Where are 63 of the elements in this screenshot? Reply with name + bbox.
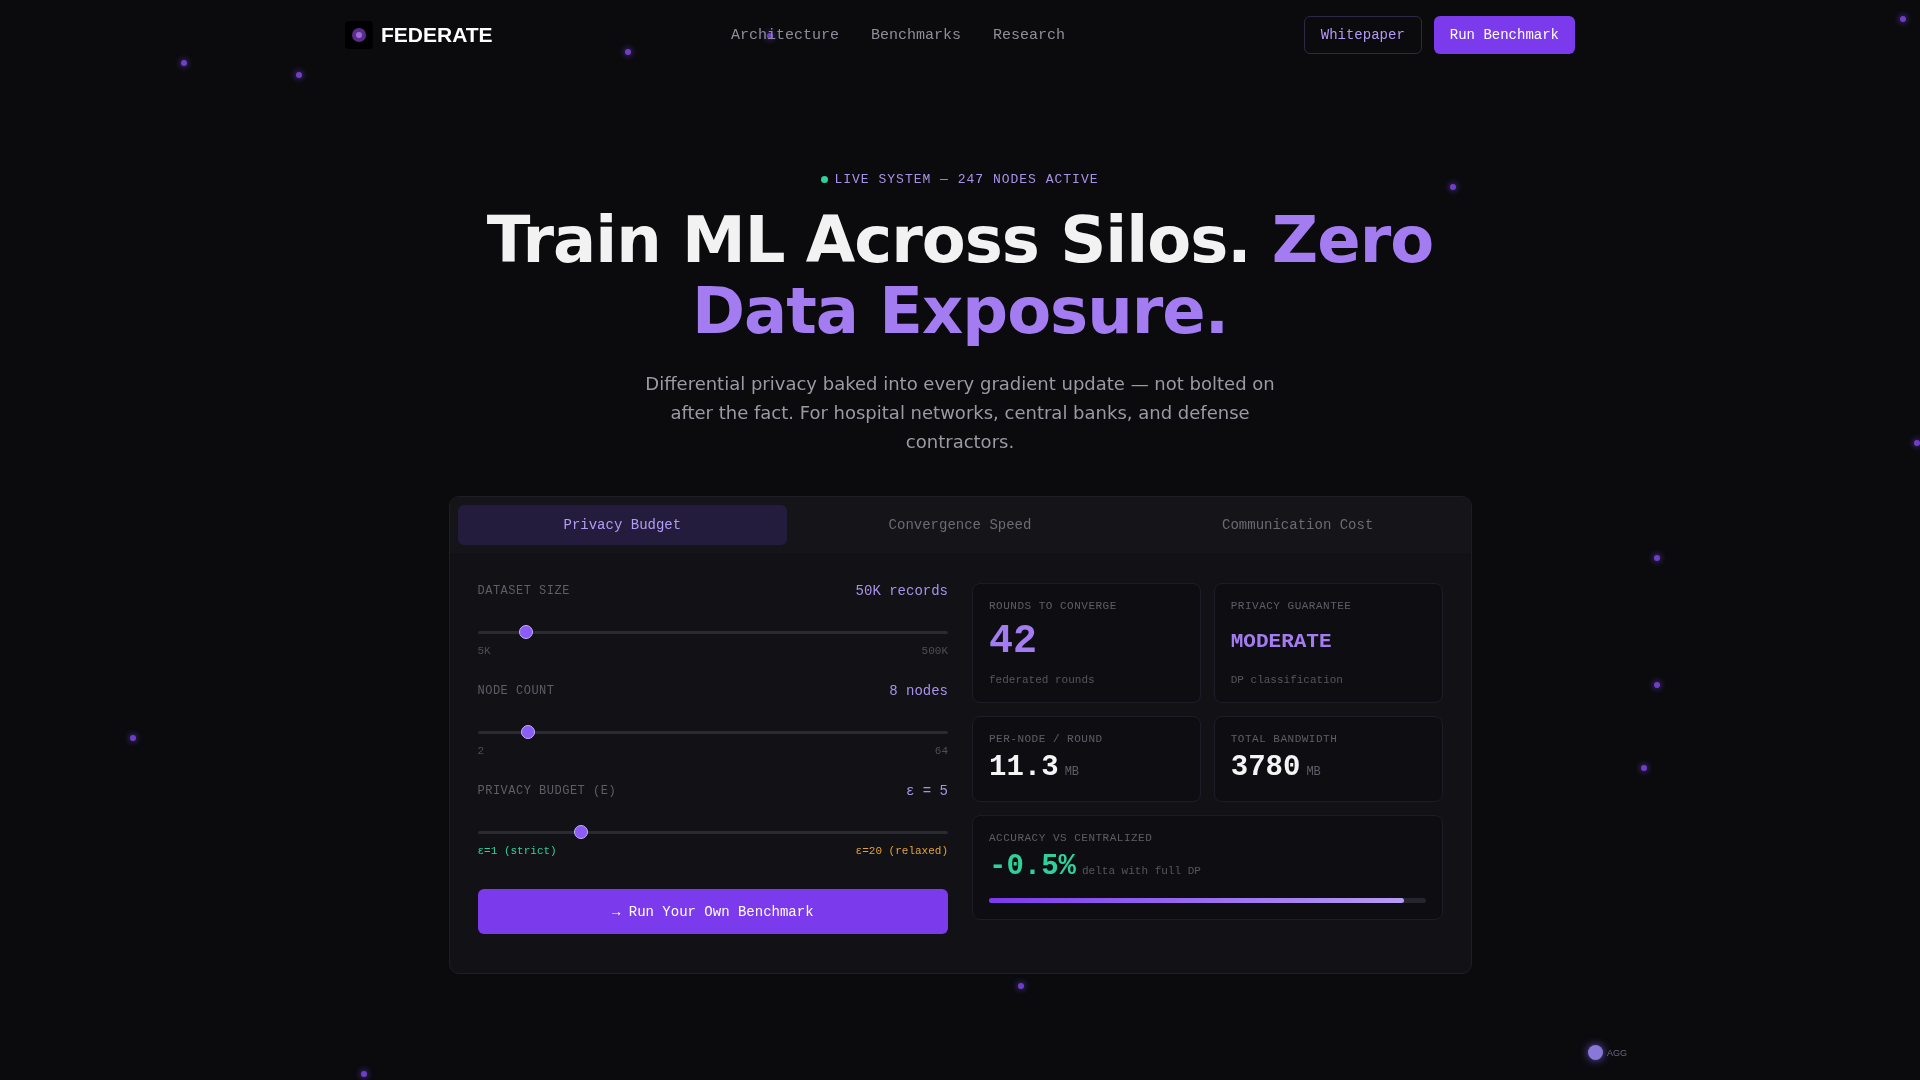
- particle-dot: [361, 1071, 367, 1077]
- stat-label: TOTAL BANDWIDTH: [1230, 733, 1339, 745]
- slider-thumb[interactable]: [519, 625, 534, 639]
- particle-dot: [296, 72, 302, 78]
- stat-caption: federated rounds: [989, 674, 1096, 686]
- stat-label: ROUNDS TO CONVERGE: [989, 600, 1118, 612]
- run-your-own-benchmark-button[interactable]: → Run Your Own Benchmark: [477, 889, 948, 934]
- stat-unit: MB: [1064, 765, 1080, 779]
- particle-dot: [1654, 682, 1660, 688]
- stat-value: 11.3: [989, 751, 1059, 785]
- nav-link[interactable]: Architecture: [731, 26, 840, 44]
- particle-dot: [767, 33, 773, 39]
- tab[interactable]: Privacy Budget: [457, 505, 788, 545]
- slider-label: DATASET SIZE: [477, 584, 570, 598]
- nav-link[interactable]: Research: [993, 26, 1066, 44]
- particle-dot: [1654, 555, 1660, 561]
- range-max-label: 500K: [921, 645, 948, 657]
- slider-thumb[interactable]: [521, 725, 536, 739]
- live-status-dot: [821, 176, 829, 183]
- hero-subtitle: Differential privacy baked into every gradient update — not bolted on after the fact. For hospital networks, central banks, and defense contractors.: [644, 372, 1276, 454]
- aggregator-node: [1588, 1045, 1603, 1060]
- brand-name: FEDERATE: [381, 23, 493, 47]
- particle-dot: [1900, 16, 1906, 22]
- node-label: AGG: [1607, 1047, 1627, 1058]
- slider-reading: 8 nodes: [889, 683, 948, 699]
- range-max-label: 64: [934, 745, 948, 757]
- tab[interactable]: Communication Cost: [1132, 505, 1463, 545]
- stat-caption: DP classification: [1230, 674, 1344, 686]
- particle-dot: [1641, 765, 1647, 771]
- slider-thumb[interactable]: [574, 825, 588, 839]
- slider-reading: ε = 5: [906, 783, 948, 799]
- slider-track[interactable]: [477, 625, 948, 639]
- particle-dot: [625, 49, 631, 55]
- stat-caption: delta with full DP: [1082, 865, 1201, 877]
- hero-title: Train ML Across Silos. Zero Data Exposure.: [485, 205, 1435, 347]
- slider-label: PRIVACY BUDGET (E): [477, 784, 617, 798]
- particle-dot: [181, 60, 187, 66]
- range-min-label: ε=1 (strict): [477, 845, 557, 857]
- run-benchmark-button[interactable]: Run Benchmark: [1433, 16, 1575, 54]
- slider-track[interactable]: [477, 825, 948, 839]
- stat-label: ACCURACY VS CENTRALIZED: [989, 832, 1154, 844]
- stat-value: 3780: [1230, 751, 1301, 785]
- particle-dot: [1450, 184, 1456, 190]
- live-status-text: LIVE SYSTEM — 247 NODES ACTIVE: [834, 172, 1099, 187]
- particle-dot: [130, 735, 136, 741]
- tab[interactable]: Convergence Speed: [795, 505, 1125, 545]
- slider-label: NODE COUNT: [477, 684, 555, 698]
- stat-value: -0.5%: [989, 850, 1076, 884]
- slider-reading: 50K records: [855, 583, 948, 599]
- range-min-label: 2: [477, 745, 485, 757]
- range-max-label: ε=20 (relaxed): [855, 845, 948, 857]
- stat-label: PRIVACY GUARANTEE: [1230, 600, 1353, 612]
- stat-unit: MB: [1306, 765, 1321, 779]
- particle-dot: [1018, 983, 1024, 989]
- particle-dot: [1914, 440, 1920, 446]
- whitepaper-button[interactable]: Whitepaper: [1303, 16, 1422, 54]
- slider-track[interactable]: [477, 725, 948, 739]
- stat-value: MODERATE: [1230, 629, 1332, 655]
- stat-value: 42: [989, 618, 1037, 666]
- logo-icon: [345, 21, 373, 49]
- stat-label: PER-NODE / ROUND: [989, 733, 1104, 745]
- range-min-label: 5K: [477, 645, 491, 657]
- nav-link[interactable]: Benchmarks: [871, 26, 962, 44]
